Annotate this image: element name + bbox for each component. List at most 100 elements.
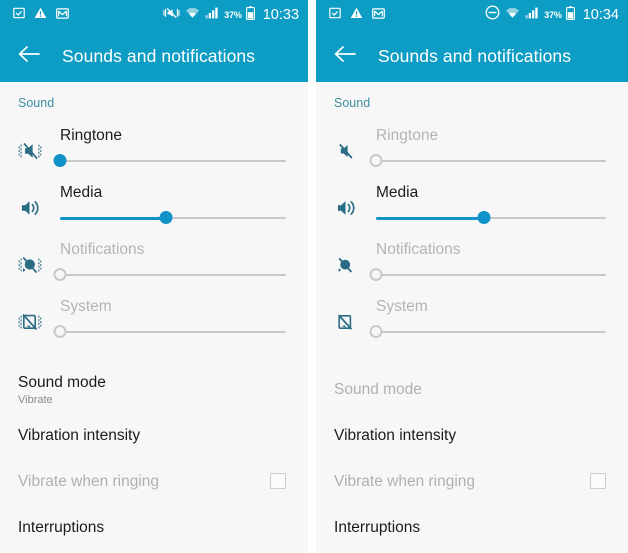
volume-row-media[interactable]: Media	[0, 181, 308, 238]
list-item-vibrate-when-ringing[interactable]: Vibrate when ringing	[316, 458, 628, 504]
slider-thumb[interactable]	[369, 325, 383, 338]
screenshot-icon	[13, 6, 25, 24]
list-item-title: Vibration intensity	[334, 426, 457, 444]
status-clock: 10:34	[582, 7, 619, 23]
page-title: Sounds and notifications	[62, 45, 256, 66]
list-item-sound-mode[interactable]: Sound mode	[316, 366, 628, 412]
volume-slider-media[interactable]	[376, 207, 606, 229]
list-item-title: Sound mode	[18, 373, 106, 391]
screenshot-root: 37% 10:33 Sounds and notifications Sound	[0, 0, 628, 553]
volume-row-system[interactable]: System	[0, 295, 308, 352]
list-item-interruptions[interactable]: Interruptions	[0, 504, 308, 550]
list-item-title: Vibrate when ringing	[334, 472, 476, 490]
list-item-interruptions[interactable]: Interruptions	[316, 504, 628, 550]
volume-label-notifications: Notifications	[60, 241, 145, 258]
ringtone-muted-icon	[334, 124, 372, 162]
media-volume-icon	[334, 181, 372, 219]
volume-label-media: Media	[60, 184, 103, 201]
do-not-disturb-icon	[485, 5, 500, 25]
volume-label-system: System	[60, 298, 112, 315]
volume-label-ringtone: Ringtone	[376, 127, 439, 144]
section-header-sound: Sound	[18, 96, 55, 110]
screenshot-icon	[329, 6, 341, 24]
warning-triangle-icon	[34, 6, 47, 24]
list-item-vibrate-when-ringing[interactable]: Vibrate when ringing	[0, 458, 308, 504]
volume-slider-notifications[interactable]	[53, 264, 287, 286]
settings-content: Sound Ringtone Media Notifications Syste…	[0, 82, 309, 553]
slider-thumb[interactable]	[53, 325, 67, 338]
signal-icon	[525, 6, 539, 24]
page-title: Sounds and notifications	[378, 45, 572, 66]
slider-track	[376, 331, 606, 333]
vibrate-when-ringing-checkbox[interactable]	[590, 473, 606, 489]
app-bar: Sounds and notifications	[316, 30, 628, 82]
battery-icon	[245, 5, 255, 25]
volume-slider-system[interactable]	[369, 321, 606, 343]
slider-thumb[interactable]	[159, 211, 173, 224]
volume-slider-ringtone[interactable]	[369, 150, 606, 172]
slider-track	[376, 160, 606, 162]
volume-row-system[interactable]: System	[316, 295, 628, 352]
volume-row-ringtone[interactable]: Ringtone	[0, 124, 308, 181]
status-bar: 37% 10:34	[316, 0, 628, 30]
ringtone-vibrate-muted-icon	[18, 124, 56, 162]
slider-thumb[interactable]	[369, 268, 383, 281]
signal-icon	[205, 6, 219, 24]
phone-panel-right: 37% 10:34 Sounds and notifications Sound	[316, 0, 628, 553]
status-system-icons: 37% 10:34	[485, 5, 619, 25]
list-item-title: Interruptions	[334, 518, 421, 536]
list-item-vibration-intensity[interactable]: Vibration intensity	[316, 412, 628, 458]
slider-thumb[interactable]	[53, 268, 67, 281]
list-item-title: Interruptions	[18, 518, 105, 536]
slider-thumb[interactable]	[369, 154, 383, 167]
status-system-icons: 37% 10:33	[163, 5, 300, 25]
volume-row-notifications[interactable]: Notifications	[316, 238, 628, 295]
warning-triangle-icon	[350, 6, 363, 24]
list-item-vibration-intensity[interactable]: Vibration intensity	[0, 412, 308, 458]
slider-track	[60, 331, 287, 333]
notifications-muted-icon	[334, 238, 372, 276]
vibrate-mute-icon	[163, 6, 180, 25]
slider-thumb[interactable]	[477, 211, 491, 224]
slider-thumb[interactable]	[53, 154, 67, 167]
back-arrow-icon[interactable]	[18, 45, 40, 68]
gmail-icon	[372, 6, 385, 24]
notifications-muted-icon	[18, 238, 56, 276]
system-muted-icon	[18, 295, 56, 333]
phone-panel-left: 37% 10:33 Sounds and notifications Sound	[0, 0, 309, 553]
system-muted-icon	[334, 295, 372, 333]
wifi-icon	[505, 6, 520, 24]
settings-content: Sound Ringtone Media Notifications Syste…	[316, 82, 628, 553]
volume-row-media[interactable]: Media	[316, 181, 628, 238]
list-item-subtitle: Vibrate	[18, 393, 53, 406]
gmail-icon	[56, 6, 69, 24]
vibrate-when-ringing-checkbox[interactable]	[270, 473, 287, 489]
list-item-title: Vibrate when ringing	[18, 472, 160, 490]
volume-slider-system[interactable]	[53, 321, 287, 343]
volume-row-notifications[interactable]: Notifications	[0, 238, 308, 295]
volume-label-system: System	[376, 298, 428, 315]
back-arrow-icon[interactable]	[334, 45, 356, 68]
status-bar: 37% 10:33	[0, 0, 309, 30]
volume-slider-media[interactable]	[60, 207, 287, 229]
volume-label-notifications: Notifications	[376, 241, 461, 258]
battery-percent-label: 37%	[544, 10, 562, 20]
list-item-title: Vibration intensity	[18, 426, 141, 444]
volume-slider-notifications[interactable]	[369, 264, 606, 286]
media-volume-icon	[18, 181, 56, 219]
slider-track	[60, 274, 287, 276]
app-bar: Sounds and notifications	[0, 30, 309, 82]
section-header-sound: Sound	[334, 96, 371, 110]
slider-track	[376, 274, 606, 276]
status-notification-icons	[13, 6, 69, 24]
volume-label-ringtone: Ringtone	[60, 127, 123, 144]
battery-percent-label: 37%	[224, 10, 242, 20]
status-notification-icons	[329, 6, 385, 24]
volume-row-ringtone[interactable]: Ringtone	[316, 124, 628, 181]
list-item-sound-mode[interactable]: Sound mode Vibrate	[0, 366, 308, 412]
slider-fill	[60, 216, 167, 220]
slider-fill	[376, 216, 485, 220]
volume-slider-ringtone[interactable]	[53, 150, 287, 172]
list-item-title: Sound mode	[334, 380, 422, 398]
status-clock: 10:33	[262, 7, 300, 23]
